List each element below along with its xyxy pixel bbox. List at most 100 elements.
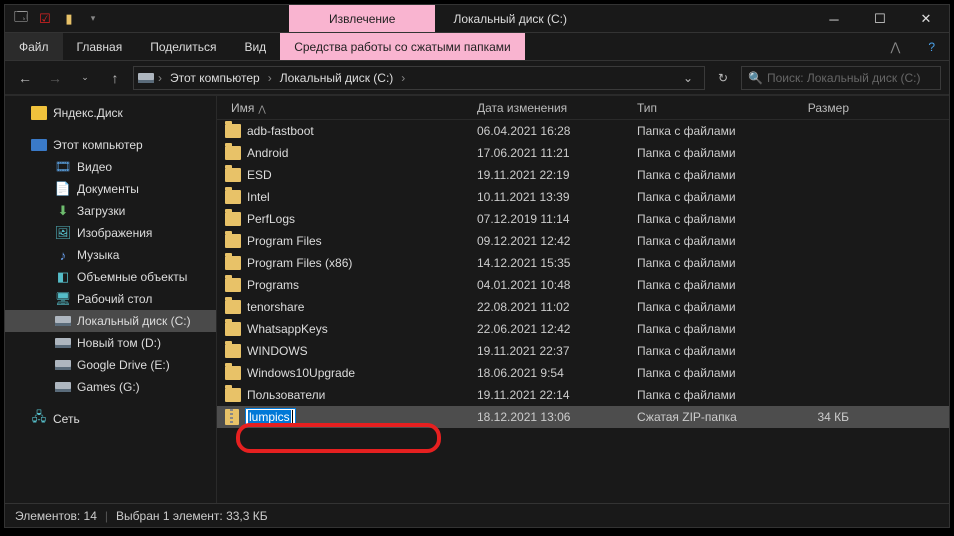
table-row[interactable]: Programs04.01.2021 10:48Папка с файлами [217, 274, 949, 296]
table-row[interactable]: WhatsappKeys22.06.2021 12:42Папка с файл… [217, 318, 949, 340]
chevron-right-icon[interactable]: › [401, 71, 405, 85]
tab-file[interactable]: Файл [5, 33, 63, 60]
file-type: Папка с файлами [637, 278, 777, 292]
help-icon[interactable]: ? [914, 33, 949, 60]
file-date: 18.12.2021 13:06 [477, 410, 637, 424]
folder-icon [225, 278, 241, 292]
file-name: adb-fastboot [247, 124, 314, 138]
header-size[interactable]: Размер [777, 101, 867, 115]
picture-icon: 🖼 [55, 225, 71, 241]
address-dropdown-icon[interactable]: ⌄ [676, 66, 700, 90]
chevron-right-icon[interactable]: › [158, 71, 162, 85]
table-row[interactable]: Intel10.11.2021 13:39Папка с файлами [217, 186, 949, 208]
download-icon: ⬇ [55, 203, 71, 219]
folder-icon [225, 234, 241, 248]
file-size: 34 КБ [777, 410, 867, 424]
file-date: 18.06.2021 9:54 [477, 366, 637, 380]
tree-drive-c[interactable]: Локальный диск (C:) [5, 310, 216, 332]
chevron-right-icon[interactable]: › [268, 71, 272, 85]
header-date[interactable]: Дата изменения [477, 101, 637, 115]
file-type: Папка с файлами [637, 124, 777, 138]
folder-icon [225, 146, 241, 160]
header-name[interactable]: Имя⋀ [217, 101, 477, 115]
address-bar[interactable]: › Этот компьютер › Локальный диск (C:) ›… [133, 66, 705, 90]
table-row[interactable]: WINDOWS19.11.2021 22:37Папка с файлами [217, 340, 949, 362]
window-controls: ─ ☐ ✕ [811, 5, 949, 32]
tab-view[interactable]: Вид [230, 33, 280, 60]
tree-music[interactable]: ♪Музыка [5, 244, 216, 266]
forward-button[interactable]: → [43, 66, 67, 90]
tree-videos[interactable]: 🎞Видео [5, 156, 216, 178]
tree-drive-d[interactable]: Новый том (D:) [5, 332, 216, 354]
title-bar: 🗔 ☑ ▮ ▾ Извлечение Локальный диск (C:) ─… [5, 5, 949, 33]
tab-home[interactable]: Главная [63, 33, 137, 60]
ribbon-collapse-icon[interactable]: ⋀ [876, 33, 914, 60]
table-row[interactable]: lumpics 18.12.2021 13:06Сжатая ZIP-папка3… [217, 406, 949, 428]
tree-pictures[interactable]: 🖼Изображения [5, 222, 216, 244]
tab-compressed-tools[interactable]: Средства работы со сжатыми папками [280, 33, 525, 60]
back-button[interactable]: ← [13, 66, 37, 90]
properties-icon[interactable]: 🗔 [11, 9, 31, 29]
tree-label: Google Drive (E:) [77, 358, 170, 372]
file-date: 22.08.2021 11:02 [477, 300, 637, 314]
refresh-button[interactable]: ↻ [711, 66, 735, 90]
tree-documents[interactable]: 📄Документы [5, 178, 216, 200]
breadcrumb-drive[interactable]: Локальный диск (C:) [276, 71, 398, 85]
tree-downloads[interactable]: ⬇ Загрузки [5, 200, 216, 222]
file-list[interactable]: adb-fastboot06.04.2021 16:28Папка с файл… [217, 120, 949, 503]
rename-input[interactable]: lumpics [245, 408, 296, 426]
qat-dropdown-icon[interactable]: ▾ [83, 9, 103, 29]
file-type: Сжатая ZIP-папка [637, 410, 777, 424]
explorer-window: 🗔 ☑ ▮ ▾ Извлечение Локальный диск (C:) ─… [4, 4, 950, 528]
table-row[interactable]: PerfLogs07.12.2019 11:14Папка с файлами [217, 208, 949, 230]
navigation-pane[interactable]: Яндекс.Диск Этот компьютер 🎞Видео 📄Докум… [5, 96, 217, 503]
search-placeholder: Поиск: Локальный диск (C:) [767, 71, 920, 85]
tree-drive-e[interactable]: Google Drive (E:) [5, 354, 216, 376]
folder-icon [225, 190, 241, 204]
file-date: 06.04.2021 16:28 [477, 124, 637, 138]
tree-label: Загрузки [77, 204, 125, 218]
tree-this-pc[interactable]: Этот компьютер [5, 134, 216, 156]
tree-drive-g[interactable]: Games (G:) [5, 376, 216, 398]
tree-label: Локальный диск (C:) [77, 314, 191, 328]
maximize-button[interactable]: ☐ [857, 5, 903, 33]
table-row[interactable]: Program Files (x86)14.12.2021 15:35Папка… [217, 252, 949, 274]
table-row[interactable]: Program Files09.12.2021 12:42Папка с фай… [217, 230, 949, 252]
recent-dropdown-icon[interactable]: ⌄ [73, 66, 97, 90]
file-name: Android [247, 146, 288, 160]
drive-icon [55, 357, 71, 373]
file-date: 22.06.2021 12:42 [477, 322, 637, 336]
tree-yandex-disk[interactable]: Яндекс.Диск [5, 102, 216, 124]
contextual-tab-label: Извлечение [289, 5, 435, 32]
tree-label: Музыка [77, 248, 119, 262]
file-name: ESD [247, 168, 272, 182]
tree-desktop[interactable]: 🖥Рабочий стол [5, 288, 216, 310]
new-folder-icon[interactable]: ☑ [35, 9, 55, 29]
folder-icon [225, 388, 241, 402]
table-row[interactable]: Пользователи19.11.2021 22:14Папка с файл… [217, 384, 949, 406]
table-row[interactable]: tenorshare22.08.2021 11:02Папка с файлам… [217, 296, 949, 318]
breadcrumb-root[interactable]: Этот компьютер [166, 71, 264, 85]
tab-share[interactable]: Поделиться [136, 33, 230, 60]
minimize-button[interactable]: ─ [811, 5, 857, 33]
tree-3d-objects[interactable]: ◧Объемные объекты [5, 266, 216, 288]
file-date: 17.06.2021 11:21 [477, 146, 637, 160]
table-row[interactable]: Windows10Upgrade18.06.2021 9:54Папка с ф… [217, 362, 949, 384]
table-row[interactable]: adb-fastboot 06.04.2021 16:28Папка с файл… [217, 120, 949, 142]
tree-label: Сеть [53, 412, 80, 426]
table-row[interactable]: Android17.06.2021 11:21Папка с файлами [217, 142, 949, 164]
status-selection: Выбран 1 элемент: 33,3 КБ [116, 509, 268, 523]
close-button[interactable]: ✕ [903, 5, 949, 33]
up-button[interactable]: ↑ [103, 66, 127, 90]
tree-label: Объемные объекты [77, 270, 187, 284]
file-date: 19.11.2021 22:14 [477, 388, 637, 402]
table-row[interactable]: ESD19.11.2021 22:19Папка с файлами [217, 164, 949, 186]
file-type: Папка с файлами [637, 322, 777, 336]
search-input[interactable]: 🔍 Поиск: Локальный диск (C:) [741, 66, 941, 90]
tree-label: Новый том (D:) [77, 336, 161, 350]
header-type[interactable]: Тип [637, 101, 777, 115]
tree-network[interactable]: 🖧Сеть [5, 408, 216, 430]
desktop-icon: 🖥 [55, 291, 71, 307]
status-separator: | [105, 509, 108, 523]
drive-icon [138, 70, 154, 86]
